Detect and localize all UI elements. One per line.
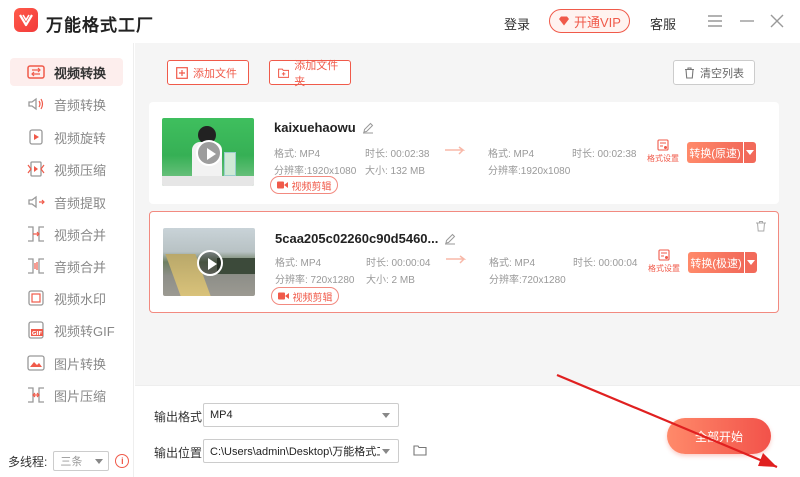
sidebar-item-image-convert[interactable]: 图片转换 bbox=[10, 349, 123, 377]
delete-icon[interactable] bbox=[755, 220, 767, 232]
image-convert-icon bbox=[26, 353, 46, 373]
sidebar: 视频转换 音频转换 视频旋转 视频压缩 音频提取 视频合并 音频合并 视频水印 … bbox=[0, 43, 134, 477]
target-resolution: 分辨率:1920x1080 bbox=[488, 166, 571, 177]
chevron-down-icon bbox=[95, 459, 104, 464]
sidebar-item-audio-merge[interactable]: 音频合并 bbox=[10, 252, 123, 280]
convert-button[interactable]: 转换(极速) bbox=[688, 252, 744, 273]
info-icon[interactable]: i bbox=[115, 454, 130, 468]
video-edit-button[interactable]: 视频剪辑 bbox=[270, 176, 338, 194]
video-thumbnail[interactable] bbox=[162, 118, 254, 186]
minimize-icon[interactable] bbox=[738, 12, 756, 30]
target-duration: 时长: 00:02:38 bbox=[572, 149, 637, 160]
file-card[interactable]: kaixuehaowu 格式: MP4 时长: 00:02:38 分辨率:192… bbox=[149, 102, 779, 204]
sidebar-item-video-watermark[interactable]: 视频水印 bbox=[10, 284, 123, 312]
edit-pencil-icon[interactable] bbox=[444, 233, 456, 245]
edit-pencil-icon[interactable] bbox=[362, 122, 374, 134]
svg-text:GIF: GIF bbox=[32, 331, 43, 337]
vip-button[interactable]: 开通VIP bbox=[549, 9, 630, 33]
close-icon[interactable] bbox=[768, 12, 786, 30]
start-all-button[interactable]: 全部开始 bbox=[667, 418, 771, 454]
video-camera-icon bbox=[276, 181, 288, 189]
settings-doc-icon bbox=[658, 249, 670, 261]
audio-merge-icon bbox=[26, 256, 46, 276]
threads-select[interactable]: 三条 bbox=[53, 451, 110, 471]
file-name: 5caa205c02260c90d5460... bbox=[275, 231, 456, 246]
file-name: kaixuehaowu bbox=[274, 120, 374, 135]
add-file-button[interactable]: 添加文件 bbox=[167, 60, 249, 85]
menu-icon[interactable] bbox=[706, 12, 724, 30]
video-merge-icon bbox=[26, 224, 46, 244]
format-settings-button[interactable]: 格式设置 bbox=[647, 139, 679, 164]
chevron-down-icon bbox=[382, 449, 390, 454]
audio-convert-icon bbox=[26, 94, 46, 114]
main-panel: 添加文件 添加文件夹 清空列表 kaixuehaowu 格式: MP4 时长: … bbox=[135, 43, 800, 477]
play-icon[interactable] bbox=[197, 250, 223, 276]
convert-dropdown-button[interactable] bbox=[745, 252, 757, 273]
folder-plus-icon bbox=[278, 68, 290, 78]
convert-dropdown-button[interactable] bbox=[744, 142, 756, 163]
output-location-select[interactable]: C:\Users\admin\Desktop\万能格式工厂 bbox=[203, 439, 399, 463]
source-resolution: 分辨率:1920x1080 bbox=[274, 166, 357, 177]
image-compress-icon bbox=[26, 385, 46, 405]
plus-square-icon bbox=[176, 66, 188, 79]
threads-control: 多线程: 三条 i bbox=[8, 451, 130, 471]
source-format: 格式: MP4 bbox=[274, 149, 321, 160]
source-size: 大小: 132 MB bbox=[365, 166, 426, 177]
sidebar-item-video-rotate[interactable]: 视频旋转 bbox=[10, 123, 123, 151]
login-link[interactable]: 登录 bbox=[504, 14, 530, 33]
sidebar-item-video-compress[interactable]: 视频压缩 bbox=[10, 155, 123, 183]
add-folder-button[interactable]: 添加文件夹 bbox=[269, 60, 351, 88]
target-format: 格式: MP4 bbox=[489, 258, 536, 269]
sidebar-item-video-convert[interactable]: 视频转换 bbox=[10, 58, 123, 86]
folder-open-icon[interactable] bbox=[413, 444, 427, 456]
arrow-right-icon bbox=[445, 146, 466, 155]
service-link[interactable]: 客服 bbox=[650, 14, 676, 33]
format-settings-button[interactable]: 格式设置 bbox=[648, 249, 680, 274]
threads-label: 多线程: bbox=[8, 454, 48, 469]
target-duration: 时长: 00:00:04 bbox=[573, 258, 638, 269]
output-panel: 输出格式 MP4 输出位置 C:\Users\admin\Desktop\万能格… bbox=[135, 385, 800, 477]
video-camera-icon bbox=[277, 292, 289, 300]
video-convert-icon bbox=[26, 62, 46, 82]
sidebar-item-image-compress[interactable]: 图片压缩 bbox=[10, 381, 123, 409]
source-resolution: 分辨率: 720x1280 bbox=[275, 275, 355, 286]
file-card[interactable]: 5caa205c02260c90d5460... 格式: MP4 时长: 00:… bbox=[149, 211, 779, 313]
source-format: 格式: MP4 bbox=[275, 258, 322, 269]
video-thumbnail[interactable] bbox=[163, 228, 255, 296]
trash-icon bbox=[685, 66, 694, 79]
vip-label: 开通VIP bbox=[574, 14, 621, 30]
title-bar: 万能格式工厂 登录 开通VIP 客服 bbox=[0, 0, 800, 43]
sidebar-item-video-merge[interactable]: 视频合并 bbox=[10, 220, 123, 248]
sidebar-item-audio-extract[interactable]: 音频提取 bbox=[10, 188, 123, 216]
video-edit-button[interactable]: 视频剪辑 bbox=[271, 287, 339, 305]
source-size: 大小: 2 MB bbox=[366, 275, 415, 286]
target-resolution: 分辨率:720x1280 bbox=[489, 275, 566, 286]
diamond-icon bbox=[559, 16, 570, 26]
sidebar-item-video-gif[interactable]: GIF 视频转GIF bbox=[10, 316, 123, 344]
audio-extract-icon bbox=[26, 192, 46, 212]
video-compress-icon bbox=[26, 159, 46, 179]
output-format-label: 输出格式 bbox=[154, 410, 203, 424]
video-watermark-icon bbox=[26, 288, 46, 308]
source-duration: 时长: 00:02:38 bbox=[365, 149, 430, 160]
sidebar-item-audio-convert[interactable]: 音频转换 bbox=[10, 90, 123, 118]
video-rotate-icon bbox=[26, 127, 46, 147]
app-logo-icon bbox=[14, 8, 38, 32]
settings-doc-icon bbox=[657, 139, 669, 151]
convert-button[interactable]: 转换(原速) bbox=[687, 142, 743, 163]
video-gif-icon: GIF bbox=[26, 320, 46, 340]
clear-list-button[interactable]: 清空列表 bbox=[673, 60, 755, 85]
chevron-down-icon bbox=[382, 413, 390, 418]
output-location-label: 输出位置 bbox=[154, 446, 203, 460]
output-format-select[interactable]: MP4 bbox=[203, 403, 399, 427]
target-format: 格式: MP4 bbox=[488, 149, 535, 160]
play-icon[interactable] bbox=[196, 140, 222, 166]
source-duration: 时长: 00:00:04 bbox=[366, 258, 431, 269]
arrow-right-icon bbox=[446, 255, 467, 264]
app-title: 万能格式工厂 bbox=[46, 16, 154, 35]
